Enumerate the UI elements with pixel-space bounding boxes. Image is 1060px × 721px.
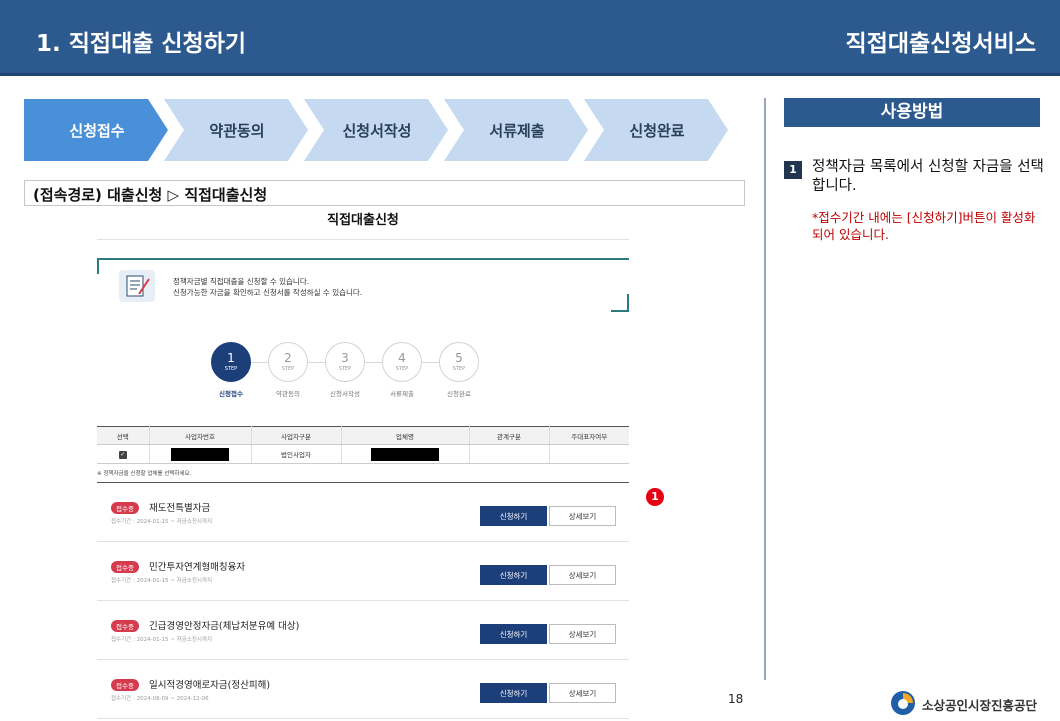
instruction-text: 정책자금 목록에서 신청할 자금을 선택합니다.: [812, 159, 1044, 194]
screenshot-panel: 직접대출신청 정책자금별 직접대출을 신청할 수 있습니다. 신청가능한 자금을…: [97, 206, 629, 721]
fund-name: 긴급경영안정자금(체납처분유예 대상): [149, 621, 300, 632]
step-tag: STEP: [224, 366, 238, 372]
info-box: 정책자금별 직접대출을 신청할 수 있습니다. 신청가능한 자금을 확인하고 신…: [97, 258, 629, 312]
step-circle-2: 2 STEP 약관동의: [268, 342, 308, 398]
column-header: 업체명: [341, 426, 470, 445]
process-step-label: 서류제출: [489, 121, 545, 140]
instruction-note: *접수기간 내에는 [신청하기]버튼이 활성화 되어 있습니다.: [812, 210, 1036, 242]
table-header-row: 선택 사업자번호 사업자구분 업체명 관계구분 주대표자여부: [97, 426, 629, 445]
status-badge: 접수중: [111, 561, 139, 573]
biz-type-cell: 법인사업자: [251, 444, 342, 464]
fund-period: 접수기간 : 2024-01-15 ~ 자금소진시까지: [111, 519, 213, 525]
instruction-number: 1: [784, 161, 802, 179]
select-cell[interactable]: ✓: [97, 444, 150, 464]
business-table: 선택 사업자번호 사업자구분 업체명 관계구분 주대표자여부 ✓ 법인사업자: [97, 426, 629, 464]
step-number: 4: [398, 351, 406, 365]
detail-button[interactable]: 상세보기: [549, 506, 616, 526]
organization-logo-icon: [891, 691, 915, 715]
step-tag: STEP: [452, 366, 466, 372]
status-badge: 접수중: [111, 502, 139, 514]
fund-item: 접수중 긴급경영안정자금(체납처분유예 대상) 접수기간 : 2024-01-1…: [97, 602, 629, 660]
access-path: (접속경로) 대출신청 ▷ 직접대출신청: [24, 180, 745, 206]
organization-name: 소상공인시장진흥공단: [922, 698, 1038, 713]
process-step-label: 신청서작성: [342, 121, 412, 140]
fund-name: 재도전특별자금: [149, 503, 211, 514]
step-number: 1: [227, 351, 235, 365]
process-step-label: 신청접수: [69, 121, 125, 140]
redacted-company-name: [371, 447, 439, 461]
step-circle-3: 3 STEP 신청서작성: [325, 342, 365, 398]
step-number: 2: [284, 351, 292, 365]
process-step-label: 신청완료: [629, 121, 685, 140]
fund-name: 민간투자연계형매칭융자: [149, 562, 246, 573]
usage-title: 사용방법: [784, 98, 1040, 127]
page-number: 18: [728, 692, 744, 706]
fund-item: 접수중 일시적경영애로자금(정산피해) 접수기간 : 2024-08-09 ~ …: [97, 661, 629, 719]
process-step-2: 약관동의: [164, 99, 310, 161]
process-steps: 신청접수 약관동의 신청서작성 서류제출 신청완료: [24, 99, 734, 161]
table-row: ✓ 법인사업자: [97, 444, 629, 464]
step-number: 3: [341, 351, 349, 365]
step-tag: STEP: [338, 366, 352, 372]
redacted-biz-number: [171, 447, 229, 461]
screen-title: 직접대출신청: [327, 213, 399, 228]
process-step-label: 약관동의: [209, 121, 265, 140]
main-rep-cell: [549, 444, 629, 464]
column-header: 관계구분: [469, 426, 550, 445]
apply-button[interactable]: 신청하기: [480, 506, 547, 526]
fund-name: 일시적경영애로자금(정산피해): [149, 680, 271, 691]
step-circle-1: 1 STEP 신청접수: [211, 342, 251, 398]
service-name: 직접대출신청서비스: [845, 31, 1036, 57]
table-note: ※ 정책자금을 신청할 업체를 선택하세요.: [97, 471, 192, 477]
list-separator: [97, 482, 629, 483]
apply-button[interactable]: 신청하기: [480, 565, 547, 585]
fund-item: 접수중 민간투자연계형매칭융자 접수기간 : 2024-01-15 ~ 자금소진…: [97, 543, 629, 601]
apply-button[interactable]: 신청하기: [480, 683, 547, 703]
column-header: 선택: [97, 426, 150, 445]
slide-title: 1. 직접대출 신청하기: [36, 31, 247, 57]
callout-marker: 1: [646, 488, 664, 506]
fund-item: 접수중 재도전특별자금 접수기간 : 2024-01-15 ~ 자금소진시까지 …: [97, 484, 629, 542]
process-step-3: 신청서작성: [304, 99, 450, 161]
step-number: 5: [455, 351, 463, 365]
apply-button[interactable]: 신청하기: [480, 624, 547, 644]
process-step-5: 신청완료: [584, 99, 730, 161]
document-pen-icon: [119, 270, 155, 302]
step-indicator: 1 STEP 신청접수 2 STEP 약관동의 3 STEP 신청서작성 4 STEP …: [197, 342, 517, 412]
step-tag: STEP: [395, 366, 409, 372]
step-tag: STEP: [281, 366, 295, 372]
status-badge: 접수중: [111, 679, 139, 691]
info-text-1: 정책자금별 직접대출을 신청할 수 있습니다.: [173, 277, 310, 286]
fund-period: 접수기간 : 2024-08-09 ~ 2024-12-06: [111, 696, 209, 702]
column-header: 주대표자여부: [549, 426, 629, 445]
detail-button[interactable]: 상세보기: [549, 565, 616, 585]
column-header: 사업자구분: [251, 426, 342, 445]
detail-button[interactable]: 상세보기: [549, 624, 616, 644]
step-circle-4: 4 STEP 서류제출: [382, 342, 422, 398]
fund-period: 접수기간 : 2024-01-15 ~ 자금소진시까지: [111, 637, 213, 643]
detail-button[interactable]: 상세보기: [549, 683, 616, 703]
select-checkbox[interactable]: ✓: [118, 450, 127, 459]
step-label: 신청완료: [447, 390, 471, 398]
column-header: 사업자번호: [149, 426, 252, 445]
process-step-4: 서류제출: [444, 99, 590, 161]
status-badge: 접수중: [111, 620, 139, 632]
fund-period: 접수기간 : 2024-01-15 ~ 자금소진시까지: [111, 578, 213, 584]
slide-header: 1. 직접대출 신청하기 직접대출신청서비스: [0, 0, 1060, 76]
biz-number-cell: [149, 444, 252, 464]
step-circle-5: 5 STEP 신청완료: [439, 342, 479, 398]
company-cell: [341, 444, 470, 464]
info-text-2: 신청가능한 자금을 확인하고 신청서를 작성하실 수 있습니다.: [173, 288, 363, 297]
vertical-divider: [764, 98, 766, 680]
title-divider: [97, 239, 629, 240]
relation-cell: [469, 444, 550, 464]
process-step-1: 신청접수: [24, 99, 170, 161]
